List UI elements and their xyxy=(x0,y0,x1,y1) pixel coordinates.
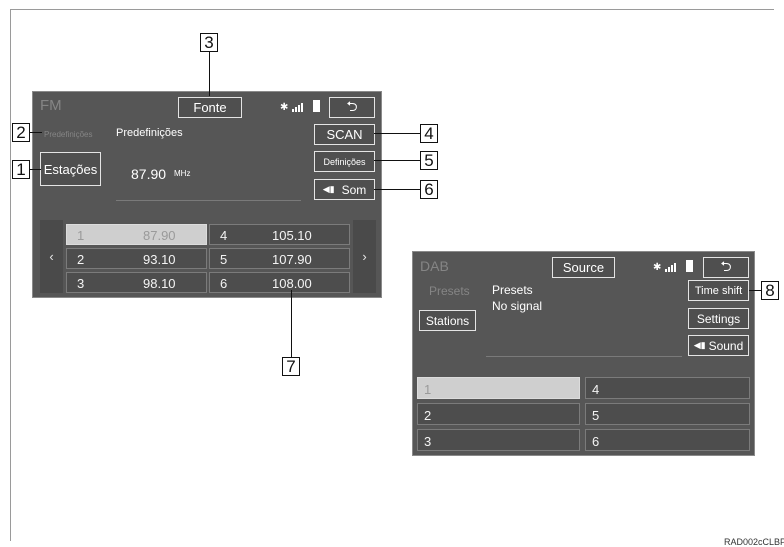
callout-3-leader xyxy=(209,52,210,96)
chevron-left-icon: ‹ xyxy=(49,249,54,264)
tab-stations-label: Stations xyxy=(425,313,470,328)
preset-button-5[interactable]: 5 107.90 xyxy=(209,248,350,269)
callout-1: 1 xyxy=(12,160,30,179)
callout-6-leader xyxy=(374,189,420,190)
preset-frequency: 108.00 xyxy=(272,276,312,291)
source-button-label: Fonte xyxy=(193,100,227,115)
callout-8-leader xyxy=(749,290,761,291)
preset-list-title: Predefinições xyxy=(116,127,183,139)
callout-7: 7 xyxy=(282,357,300,376)
preset-number: 1 xyxy=(424,382,432,397)
preset-button-1[interactable]: 1 xyxy=(417,377,580,399)
preset-frequency: 105.10 xyxy=(272,228,312,243)
tab-presets[interactable]: Presets xyxy=(429,284,470,298)
callout-5: 5 xyxy=(420,151,438,170)
next-page-button[interactable]: › xyxy=(353,220,376,293)
preset-frequency: 93.10 xyxy=(143,252,176,267)
preset-button-1[interactable]: 1 87.90 xyxy=(66,224,207,245)
tab-presets[interactable]: Predefinições xyxy=(44,130,92,139)
info-divider xyxy=(116,200,301,201)
scan-button-label: SCAN xyxy=(326,127,363,142)
preset-number: 6 xyxy=(592,434,600,449)
preset-frequency: 98.10 xyxy=(143,276,176,291)
previous-page-button[interactable]: ‹ xyxy=(40,220,63,293)
sound-button-label: Sound xyxy=(708,338,744,353)
preset-button-3[interactable]: 3 98.10 xyxy=(66,272,207,293)
speaker-icon: ◀▮ xyxy=(322,184,335,194)
callout-3: 3 xyxy=(200,33,218,52)
preset-button-2[interactable]: 2 93.10 xyxy=(66,248,207,269)
tab-stations[interactable]: Estações xyxy=(40,152,101,186)
preset-number: 2 xyxy=(424,408,432,423)
settings-button[interactable]: Definições xyxy=(314,151,375,172)
source-button-label: Source xyxy=(562,260,605,275)
preset-button-3[interactable]: 3 xyxy=(417,429,580,451)
back-button[interactable]: ⮌ xyxy=(329,97,375,118)
callout-2: 2 xyxy=(12,123,30,142)
callout-4: 4 xyxy=(420,124,438,143)
fm-audio-screen: FM Fonte ✱ ⮌ Predefinições Predefinições… xyxy=(32,91,382,298)
tab-stations-label: Estações xyxy=(43,161,98,177)
preset-number: 3 xyxy=(77,276,85,291)
battery-icon xyxy=(686,260,693,272)
time-shift-button-label: Time shift xyxy=(694,284,743,297)
time-shift-button[interactable]: Time shift xyxy=(688,280,749,301)
dab-audio-screen: DAB Source ✱ ⮌ Presets Presets No signal… xyxy=(412,251,755,456)
preset-number: 6 xyxy=(220,276,228,291)
speaker-icon: ◀▮ xyxy=(693,340,706,350)
preset-number: 1 xyxy=(77,228,85,243)
band-label: FM xyxy=(40,97,62,114)
callout-8: 8 xyxy=(761,281,779,300)
signal-status: No signal xyxy=(492,299,543,313)
preset-button-5[interactable]: 5 xyxy=(585,403,750,425)
preset-frequency: 107.90 xyxy=(272,252,312,267)
battery-icon xyxy=(313,100,320,112)
settings-button[interactable]: Settings xyxy=(688,308,749,329)
preset-number: 2 xyxy=(77,252,85,267)
preset-button-4[interactable]: 4 105.10 xyxy=(209,224,350,245)
source-button[interactable]: Source xyxy=(552,257,615,278)
scan-button[interactable]: SCAN xyxy=(314,124,375,145)
chevron-right-icon: › xyxy=(362,249,367,264)
preset-number: 5 xyxy=(220,252,228,267)
tab-stations[interactable]: Stations xyxy=(419,310,476,331)
callout-7-leader xyxy=(291,290,292,357)
sound-button[interactable]: ◀▮ Sound xyxy=(688,335,749,356)
info-divider xyxy=(486,356,682,357)
sound-button-label: Som xyxy=(341,182,367,197)
preset-list-title: Presets xyxy=(492,283,533,297)
callout-2-leader xyxy=(30,132,42,133)
preset-button-2[interactable]: 2 xyxy=(417,403,580,425)
preset-button-6[interactable]: 6 xyxy=(585,429,750,451)
signal-strength-icon xyxy=(292,102,303,112)
image-code: RAD002cCLBP xyxy=(723,537,784,547)
callout-1-leader xyxy=(30,169,41,170)
signal-strength-icon xyxy=(665,262,676,272)
preset-button-4[interactable]: 4 xyxy=(585,377,750,399)
source-button[interactable]: Fonte xyxy=(178,97,242,118)
settings-button-label: Settings xyxy=(696,311,741,326)
return-arrow-icon: ⮌ xyxy=(720,257,732,274)
current-frequency: 87.90 xyxy=(131,166,167,182)
back-button[interactable]: ⮌ xyxy=(703,257,749,278)
preset-number: 3 xyxy=(424,434,432,449)
bluetooth-icon: ✱ xyxy=(653,262,662,273)
band-label: DAB xyxy=(420,258,449,274)
callout-4-leader xyxy=(374,133,420,134)
preset-frequency: 87.90 xyxy=(143,228,176,243)
sound-button[interactable]: ◀▮ Som xyxy=(314,179,375,200)
preset-button-6[interactable]: 6 108.00 xyxy=(209,272,350,293)
return-arrow-icon: ⮌ xyxy=(346,97,358,114)
preset-number: 5 xyxy=(592,408,600,423)
preset-number: 4 xyxy=(592,382,600,397)
preset-number: 4 xyxy=(220,228,228,243)
frequency-unit: MHz xyxy=(174,169,191,178)
callout-6: 6 xyxy=(420,180,438,199)
callout-5-leader xyxy=(374,160,420,161)
settings-button-label: Definições xyxy=(323,156,366,167)
bluetooth-icon: ✱ xyxy=(280,102,289,113)
